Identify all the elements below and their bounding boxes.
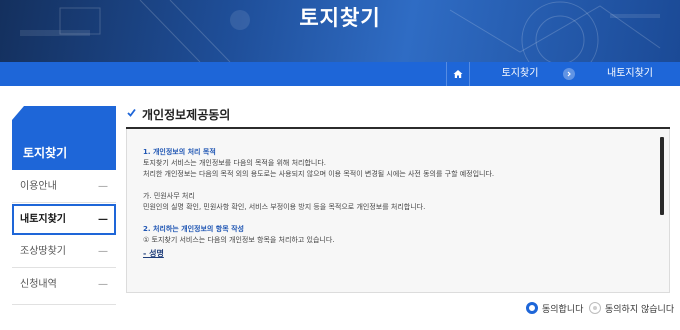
- sidebar-item-request-history[interactable]: 신청내역 —: [12, 269, 116, 305]
- breadcrumb-item-land-search[interactable]: 토지찾기: [470, 62, 570, 86]
- radio-unselected-icon[interactable]: [589, 302, 601, 314]
- minus-icon: —: [98, 181, 108, 192]
- agree-label: 동의합니다: [542, 304, 584, 315]
- hero-banner: 토지찾기: [0, 0, 680, 62]
- disagree-radio-option[interactable]: 동의하지 않습니다: [589, 300, 674, 316]
- minus-icon: —: [98, 246, 108, 257]
- agree-radio-option[interactable]: 동의합니다: [526, 300, 583, 316]
- consent-content: 1. 개인정보의 처리 목적 토지찾기 서비스는 개인정보를 다음의 목적을 위…: [143, 147, 653, 259]
- breadcrumb-home[interactable]: [446, 62, 470, 86]
- consent-paragraph: 민원인의 실명 확인, 민원사항 확인, 서비스 부정이용 방지 등을 목적으로…: [143, 203, 426, 211]
- sidebar-item-my-land-search[interactable]: 내토지찾기 —: [12, 204, 116, 235]
- breadcrumb-item-my-land-search[interactable]: 내토지찾기: [580, 62, 680, 86]
- home-icon: [453, 70, 463, 78]
- consent-paragraph: 처리한 개인정보는 다음의 목적 외의 용도로는 사용되지 않으며 이용 목적이…: [143, 170, 495, 178]
- sidebar-item-label: 내토지찾기: [20, 214, 66, 225]
- sidebar-item-label: 조상땅찾기: [20, 246, 66, 257]
- sidebar-item-label: 이용안내: [20, 181, 57, 192]
- check-icon: [127, 108, 136, 117]
- consent-heading-purpose: 1. 개인정보의 처리 목적: [143, 148, 216, 156]
- consent-paragraph: ① 토지찾기 서비스는 다음의 개인정보 항목을 처리하고 있습니다.: [143, 236, 335, 244]
- consent-heading-items: 2. 처리하는 개인정보의 항목 작성: [143, 225, 244, 233]
- sidebar-title: 토지찾기: [12, 106, 116, 170]
- minus-icon: —: [98, 214, 108, 225]
- consent-paragraph: 가. 민원사무 처리: [143, 192, 195, 200]
- sidebar-item-label: 신청내역: [20, 279, 57, 290]
- sidebar-item-ancestor-land-search[interactable]: 조상땅찾기 —: [12, 237, 116, 268]
- minus-icon: —: [98, 279, 108, 290]
- consent-item-name-link[interactable]: - 성명: [143, 248, 653, 259]
- breadcrumb: 토지찾기 내토지찾기: [0, 62, 680, 86]
- disagree-label: 동의하지 않습니다: [605, 304, 675, 315]
- section-title: 개인정보제공동의: [142, 108, 231, 122]
- consent-paragraph: 토지찾기 서비스는 개인정보를 다음의 목적을 위해 처리합니다.: [143, 159, 327, 167]
- chevron-right-icon: [563, 68, 575, 80]
- radio-selected-icon[interactable]: [526, 302, 538, 314]
- sidebar-item-guide[interactable]: 이용안내 —: [12, 172, 116, 203]
- page-title: 토지찾기: [299, 6, 381, 30]
- consent-text-box[interactable]: 1. 개인정보의 처리 목적 토지찾기 서비스는 개인정보를 다음의 목적을 위…: [126, 129, 670, 293]
- scrollbar-thumb[interactable]: [660, 137, 664, 215]
